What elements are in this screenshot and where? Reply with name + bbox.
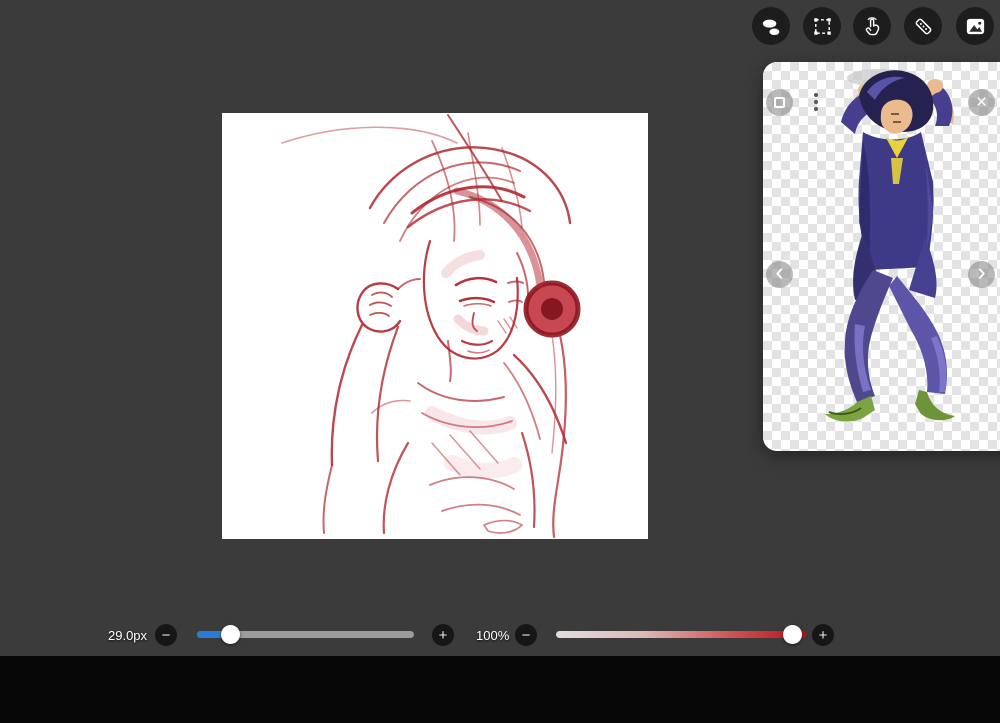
app-root: × ‹ › 29.0px − + 100% − + [0, 0, 1000, 723]
panel-close-button[interactable]: × [968, 89, 995, 116]
chevron-left-icon: ‹ [775, 258, 784, 286]
ruler-tool-button[interactable] [904, 7, 942, 45]
plus-icon: + [438, 626, 448, 644]
reference-image[interactable] [763, 62, 1000, 451]
brush-size-plus-button[interactable]: + [432, 624, 454, 646]
panel-menu-button[interactable] [814, 93, 818, 111]
materials-icon [762, 19, 779, 35]
hand-gesture-icon [865, 16, 879, 35]
panel-layout-button[interactable] [766, 89, 793, 116]
drawing-canvas[interactable] [222, 113, 648, 539]
selection-icon [813, 17, 831, 35]
brush-opacity-label: 100% [476, 628, 510, 643]
brush-opacity-minus-button[interactable]: − [515, 624, 537, 646]
minus-icon: − [161, 626, 171, 644]
dot-icon [814, 100, 818, 104]
panel-next-button[interactable]: › [968, 258, 995, 288]
square-icon [774, 97, 785, 108]
select-tool-button[interactable] [803, 7, 841, 45]
brush-opacity-slider-thumb[interactable] [783, 625, 802, 644]
brush-size-label: 29.0px [108, 628, 148, 643]
ruler-icon [915, 18, 931, 34]
panel-prev-button[interactable]: ‹ [766, 258, 793, 288]
close-icon: × [975, 92, 988, 113]
brush-opacity-slider[interactable] [556, 631, 806, 638]
brush-opacity-plus-button[interactable]: + [812, 624, 834, 646]
brush-size-slider-thumb[interactable] [221, 625, 240, 644]
image-icon [966, 18, 984, 34]
plus-icon: + [818, 626, 828, 644]
sketch-drawing [281, 114, 581, 539]
bottom-toolbar: 29.0 4 [0, 656, 1000, 723]
dot-icon [814, 107, 818, 111]
chevron-right-icon: › [977, 258, 986, 286]
dot-icon [814, 93, 818, 97]
reference-panel[interactable]: × ‹ › [763, 62, 1000, 451]
minus-icon: − [521, 626, 531, 644]
materials-tool-button[interactable] [752, 7, 790, 45]
brush-size-minus-button[interactable]: − [155, 624, 177, 646]
image-tool-button[interactable] [956, 7, 994, 45]
hand-gesture-tool-button[interactable] [853, 7, 891, 45]
